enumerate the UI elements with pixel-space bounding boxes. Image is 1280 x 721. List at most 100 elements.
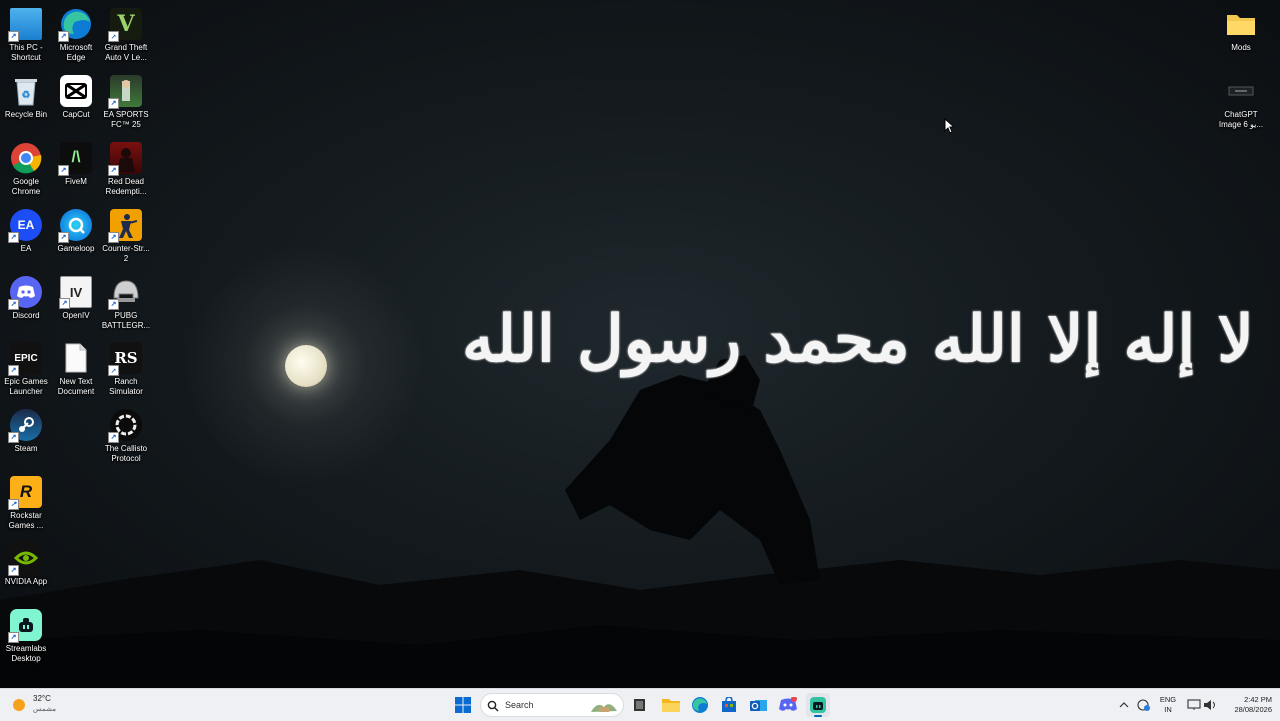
desktop-icon-this-pc[interactable]: ↗ This PC - Shortcut (0, 4, 52, 63)
desktop-icon-openiv[interactable]: IV ↗ OpenIV (50, 272, 102, 321)
capcut-icon (60, 75, 92, 107)
taskbar: 32°C مشمس Search ENG IN 2:42 PM 28/08/20… (0, 688, 1280, 721)
edge-icon (692, 697, 708, 713)
icon-label: The Callisto Protocol (104, 444, 148, 463)
tray-network-app-button[interactable] (1131, 693, 1155, 717)
icon-label: New Text Document (57, 377, 95, 396)
icon-label: NVIDIA App (4, 577, 48, 586)
image-file-icon (1225, 75, 1257, 107)
desktop-icon-ranch-simulator[interactable]: RS ↗ Ranch Simulator (100, 338, 152, 397)
callisto-protocol-icon: ↗ (108, 409, 142, 443)
shortcut-arrow-icon: ↗ (108, 232, 119, 243)
active-indicator (814, 715, 822, 717)
discord-icon: ↗ (8, 276, 42, 310)
desktop-icon-gta-v[interactable]: V ↗ Grand Theft Auto V Le... (100, 4, 152, 63)
counter-strike-icon: ↗ (108, 209, 142, 243)
region-code: IN (1164, 705, 1172, 714)
icon-label: Google Chrome (11, 177, 41, 196)
shortcut-arrow-icon: ↗ (59, 298, 70, 309)
store-button[interactable] (717, 693, 741, 717)
outlook-icon (750, 700, 767, 711)
file-explorer-button[interactable] (659, 693, 683, 717)
desktop-icon-chatgpt-image[interactable]: ChatGPT Image 6 يو... (1215, 71, 1267, 130)
desktop-icon-streamlabs[interactable]: ↗ Streamlabs Desktop (0, 605, 52, 664)
shortcut-arrow-icon: ↗ (108, 365, 119, 376)
shortcut-arrow-icon: ↗ (108, 165, 119, 176)
desktop-icon-google-chrome[interactable]: Google Chrome (0, 138, 52, 197)
desktop-icon-steam[interactable]: ↗ Steam (0, 405, 52, 454)
icon-label: Counter-Str... 2 (102, 244, 150, 263)
clock[interactable]: 2:42 PM 28/08/2026 (1222, 695, 1272, 715)
start-button[interactable] (451, 693, 475, 717)
task-view-button[interactable] (628, 693, 652, 717)
shortcut-arrow-icon: ↗ (8, 499, 19, 510)
recycle-bin-icon: ♻ (10, 75, 42, 107)
folder-icon (1225, 8, 1257, 40)
file-explorer-icon (662, 699, 680, 712)
language-code: ENG (1159, 695, 1177, 704)
icon-label: Gameloop (57, 244, 95, 253)
shortcut-arrow-icon: ↗ (8, 299, 19, 310)
monitor-icon: ↗ (8, 8, 42, 42)
weather-condition: مشمس (33, 706, 56, 713)
desktop-icon-ea-sports-fc25[interactable]: ↗ EA SPORTS FC™ 25 (100, 71, 152, 130)
ea-sports-fc-icon: ↗ (108, 75, 142, 109)
icon-label: Microsoft Edge (59, 43, 93, 62)
openiv-icon: IV ↗ (59, 276, 92, 309)
globe-sync-icon (1137, 699, 1150, 711)
desktop-icon-capcut[interactable]: CapCut (50, 71, 102, 120)
mouse-cursor-icon (944, 118, 954, 134)
shortcut-arrow-icon: ↗ (8, 31, 19, 42)
outlook-button[interactable] (747, 693, 771, 717)
discord-taskbar-button[interactable] (776, 693, 800, 717)
desktop-icon-gameloop[interactable]: ↗ Gameloop (50, 205, 102, 254)
volume-button[interactable] (1198, 693, 1222, 717)
icon-label: EA (20, 244, 32, 253)
search-icon (487, 700, 499, 712)
icon-label: Grand Theft Auto V Le... (104, 43, 148, 62)
desktop-icon-recycle-bin[interactable]: ♻ Recycle Bin (0, 71, 52, 120)
icon-label: Ranch Simulator (109, 377, 143, 396)
shahada-calligraphy: لا إله إلا الله محمد رسول الله (462, 302, 1256, 377)
desktop-wallpaper: لا إله إلا الله محمد رسول الله (0, 0, 1280, 688)
desktop-icon-counter-strike-2[interactable]: ↗ Counter-Str... 2 (100, 205, 152, 264)
desktop-icon-callisto-protocol[interactable]: ↗ The Callisto Protocol (100, 405, 152, 464)
streamlabs-icon: ↗ (8, 609, 42, 643)
icon-label: OpenIV (62, 311, 90, 320)
gta-v-icon: V ↗ (108, 8, 142, 42)
windows-logo-icon (455, 697, 471, 713)
shortcut-arrow-icon: ↗ (58, 31, 69, 42)
chevron-up-icon (1119, 702, 1129, 708)
icon-label: Steam (14, 444, 38, 453)
desktop-icon-nvidia-app[interactable]: ↗ NVIDIA App (0, 538, 52, 587)
desktop-icon-ea[interactable]: EA ↗ EA (0, 205, 52, 254)
shortcut-arrow-icon: ↗ (108, 432, 119, 443)
shortcut-arrow-icon: ↗ (8, 632, 19, 643)
taskbar-search-box[interactable]: Search (480, 693, 624, 717)
desktop-icon-red-dead-redemption[interactable]: ↗ Red Dead Redempti... (100, 138, 152, 197)
icon-label: PUBG BATTLEGR... (101, 311, 151, 330)
chrome-icon (10, 142, 42, 174)
desktop-icon-fivem[interactable]: /\ ↗ FiveM (50, 138, 102, 187)
language-indicator[interactable]: ENG IN (1154, 695, 1182, 715)
edge-taskbar-button[interactable] (688, 693, 712, 717)
icon-label: Discord (12, 311, 40, 320)
icon-label: Rockstar Games ... (8, 511, 44, 530)
shortcut-arrow-icon: ↗ (8, 365, 19, 376)
icon-label: FiveM (65, 177, 87, 186)
search-highlight-icon (591, 704, 617, 712)
desktop-icon-discord[interactable]: ↗ Discord (0, 272, 52, 321)
desktop-icon-rockstar-games[interactable]: R ↗ Rockstar Games ... (0, 472, 52, 531)
desktop-icon-new-text-document[interactable]: New Text Document (50, 338, 102, 397)
shortcut-arrow-icon: ↗ (108, 98, 119, 109)
clock-date: 28/08/2026 (1234, 705, 1272, 714)
desktop-icon-microsoft-edge[interactable]: ↗ Microsoft Edge (50, 4, 102, 63)
streamlabs-taskbar-button[interactable] (806, 693, 830, 717)
desktop-icon-pubg[interactable]: ↗ PUBG BATTLEGR... (100, 272, 152, 331)
desktop-icon-mods-folder[interactable]: Mods (1215, 4, 1267, 53)
clock-time: 2:42 PM (1244, 695, 1272, 704)
desktop-icon-epic-games[interactable]: EPIC ↗ Epic Games Launcher (0, 338, 52, 397)
nvidia-icon: ↗ (8, 542, 42, 576)
icon-label: This PC - Shortcut (9, 43, 43, 62)
shortcut-arrow-icon: ↗ (8, 432, 19, 443)
